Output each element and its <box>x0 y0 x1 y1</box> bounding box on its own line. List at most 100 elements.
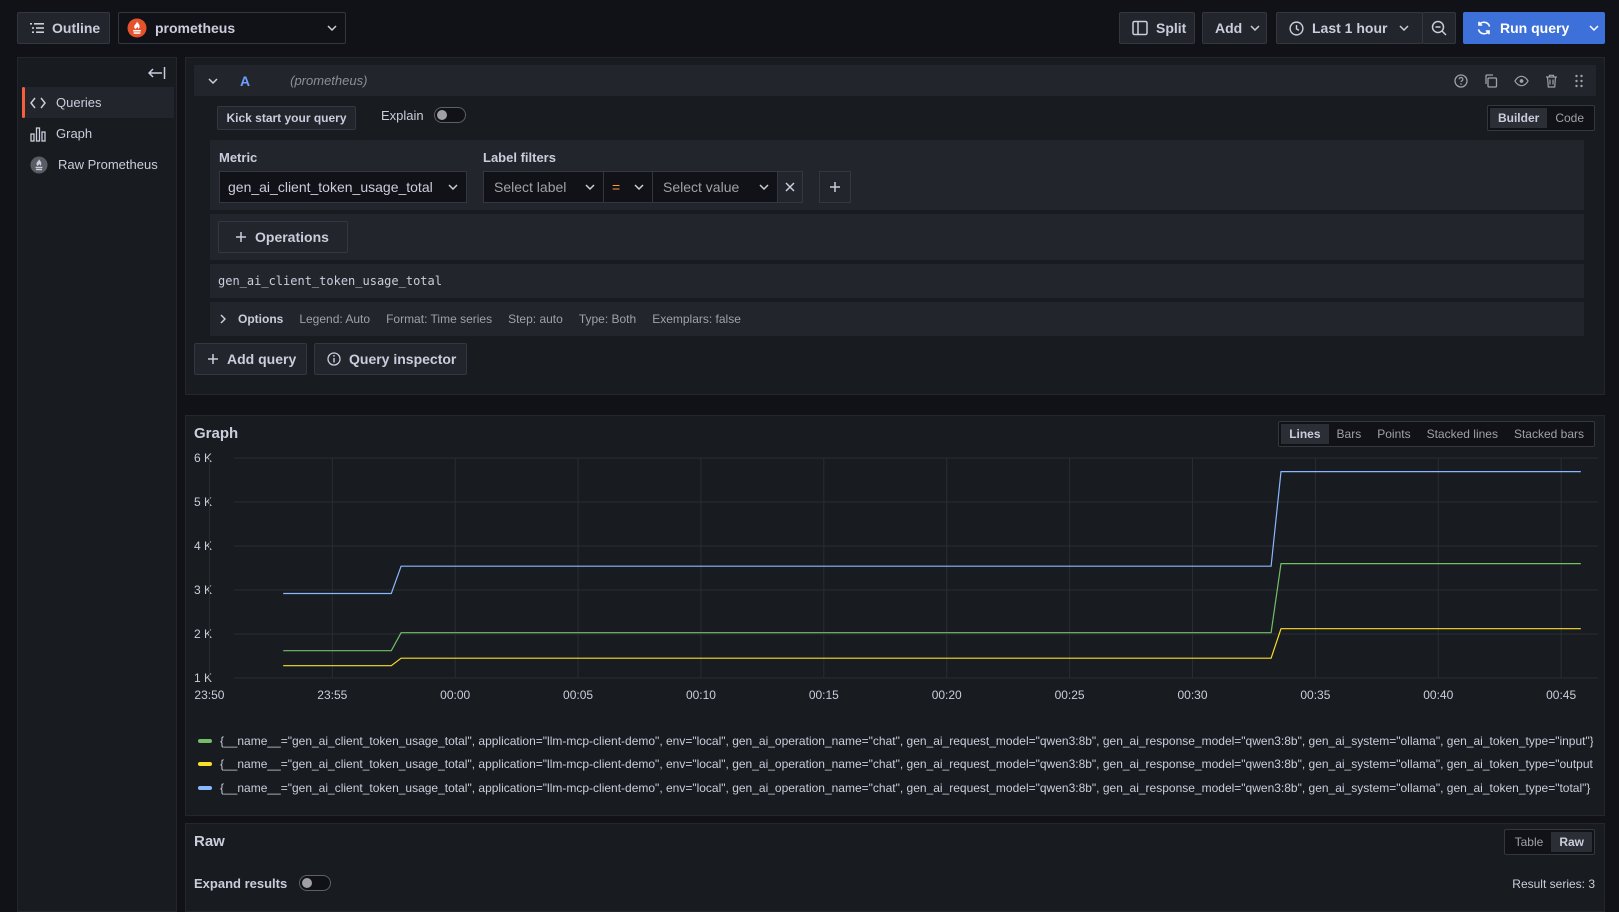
option-legend: Legend: Auto <box>299 312 371 326</box>
outline-button[interactable]: Outline <box>17 12 110 44</box>
collapse-icon[interactable] <box>148 66 166 80</box>
label-value-select[interactable]: Select value <box>652 171 778 203</box>
x-tick-label: 00:45 <box>1546 688 1576 702</box>
label-filters-label: Label filters <box>483 150 556 165</box>
legend-swatch <box>198 785 212 790</box>
kick-start-button[interactable]: Kick start your query <box>217 106 356 130</box>
run-query-label: Run query <box>1500 20 1570 36</box>
operator-select[interactable]: = <box>603 171 653 203</box>
query-expression-preview: gen_ai_client_token_usage_total <box>210 264 1584 298</box>
add-label: Add <box>1215 20 1243 36</box>
plus-icon <box>236 232 246 242</box>
datasource-picker[interactable]: prometheus <box>118 12 346 44</box>
legend-item[interactable]: {__name__="gen_ai_client_token_usage_tot… <box>198 753 1593 777</box>
sidebar-item-queries[interactable]: Queries <box>22 87 174 118</box>
chevron-down-icon <box>1250 25 1260 31</box>
sidebar-item-raw-prometheus[interactable]: Raw Prometheus <box>22 149 174 180</box>
raw-mode-tab[interactable]: Raw <box>1551 832 1592 852</box>
query-ref-id[interactable]: A <box>240 73 250 89</box>
label-key-select[interactable]: Select label <box>483 171 604 203</box>
split-button[interactable]: Split <box>1119 12 1195 44</box>
viz-stacked-lines[interactable]: Stacked lines <box>1419 424 1506 444</box>
option-type: Type: Both <box>578 312 637 326</box>
graph-panel: Graph Lines Bars Points Stacked lines St… <box>185 415 1605 816</box>
x-tick-label: 00:40 <box>1423 688 1453 702</box>
legend-item[interactable]: {__name__="gen_ai_client_token_usage_tot… <box>198 776 1593 800</box>
list-icon <box>30 23 44 33</box>
code-icon <box>30 97 46 108</box>
explain-toggle[interactable] <box>433 107 466 123</box>
x-tick-label: 23:55 <box>317 688 347 702</box>
query-row-header: A (prometheus) <box>194 65 1596 96</box>
legend-item[interactable]: {__name__="gen_ai_client_token_usage_tot… <box>198 729 1593 753</box>
close-icon <box>785 182 795 192</box>
series-line[interactable] <box>283 563 1581 652</box>
metric-value: gen_ai_client_token_usage_total <box>228 179 433 195</box>
datasource-name: prometheus <box>155 20 236 36</box>
metric-select[interactable]: gen_ai_client_token_usage_total <box>219 171 467 203</box>
viz-lines[interactable]: Lines <box>1281 424 1329 444</box>
add-filter-button[interactable] <box>819 171 851 203</box>
option-format: Format: Time series <box>386 312 493 326</box>
table-mode-tab[interactable]: Table <box>1507 832 1552 852</box>
series-line[interactable] <box>283 471 1581 595</box>
add-dropdown-button[interactable]: Add <box>1202 12 1267 44</box>
option-step: Step: auto <box>508 312 563 326</box>
x-tick-label: 00:05 <box>563 688 593 702</box>
split-icon <box>1132 20 1148 36</box>
graph-type-switch: Lines Bars Points Stacked lines Stacked … <box>1278 421 1595 447</box>
sidebar-item-label: Raw Prometheus <box>58 157 158 172</box>
x-tick-label: 00:25 <box>1055 688 1085 702</box>
prometheus-icon <box>30 155 48 174</box>
time-series-chart[interactable]: 1 K2 K3 K4 K5 K6 K23:50 23:55 00:00 00:05 00… <box>186 452 1604 724</box>
eye-icon[interactable] <box>1514 75 1529 87</box>
query-inspector-label: Query inspector <box>349 351 457 367</box>
code-mode-tab[interactable]: Code <box>1547 108 1592 128</box>
legend-swatch <box>198 762 212 767</box>
explore-toolbar: Outline prometheus Split Add Last 1 hour… <box>0 0 1619 56</box>
time-range-picker[interactable]: Last 1 hour <box>1276 12 1423 44</box>
operations-button[interactable]: Operations <box>218 221 348 253</box>
chevron-down-icon <box>1399 25 1409 31</box>
chevron-down-icon <box>448 184 458 190</box>
plus-icon <box>208 354 218 364</box>
builder-mode-tab[interactable]: Builder <box>1489 108 1548 128</box>
expand-results-toggle[interactable] <box>299 875 332 891</box>
drag-handle-icon[interactable] <box>1574 74 1584 88</box>
viz-points[interactable]: Points <box>1369 424 1418 444</box>
zoom-out-button[interactable] <box>1422 12 1456 44</box>
add-query-label: Add query <box>227 351 297 367</box>
legend-label: {__name__="gen_ai_client_token_usage_tot… <box>220 733 1593 748</box>
raw-panel: Raw Table Raw Expand results Result seri… <box>185 823 1605 912</box>
remove-filter-button[interactable] <box>777 171 803 203</box>
viz-stacked-bars[interactable]: Stacked bars <box>1506 424 1592 444</box>
x-tick-label: 00:20 <box>932 688 962 702</box>
chevron-down-icon <box>327 25 337 31</box>
chevron-down-icon <box>634 184 644 190</box>
operations-label: Operations <box>255 229 329 245</box>
x-tick-label: 23:50 <box>194 688 224 702</box>
label-value-placeholder: Select value <box>663 179 740 195</box>
result-series-count: Result series: 3 <box>1512 877 1595 891</box>
query-inspector-button[interactable]: Query inspector <box>314 343 467 375</box>
chevron-down-icon[interactable] <box>208 77 218 84</box>
bar-chart-icon <box>30 126 46 142</box>
run-query-button[interactable]: Run query <box>1463 12 1605 44</box>
chevron-down-icon[interactable] <box>1589 25 1599 31</box>
explain-label: Explain <box>381 107 424 123</box>
help-icon[interactable] <box>1454 73 1468 88</box>
operations-row: Operations <box>210 214 1584 260</box>
graph-title: Graph <box>194 425 239 442</box>
trash-icon[interactable] <box>1545 74 1558 88</box>
x-tick-label: 00:10 <box>686 688 716 702</box>
chevron-down-icon <box>759 184 769 190</box>
sidebar-item-graph[interactable]: Graph <box>22 118 174 149</box>
query-options-row[interactable]: Options Legend: Auto Format: Time series… <box>210 302 1584 336</box>
legend-label: {__name__="gen_ai_client_token_usage_tot… <box>220 780 1591 795</box>
duplicate-icon[interactable] <box>1484 73 1498 88</box>
raw-mode-switch: Table Raw <box>1503 829 1595 855</box>
time-range-label: Last 1 hour <box>1312 20 1388 36</box>
plus-icon <box>830 182 840 192</box>
add-query-button[interactable]: Add query <box>194 343 307 375</box>
viz-bars[interactable]: Bars <box>1329 424 1370 444</box>
